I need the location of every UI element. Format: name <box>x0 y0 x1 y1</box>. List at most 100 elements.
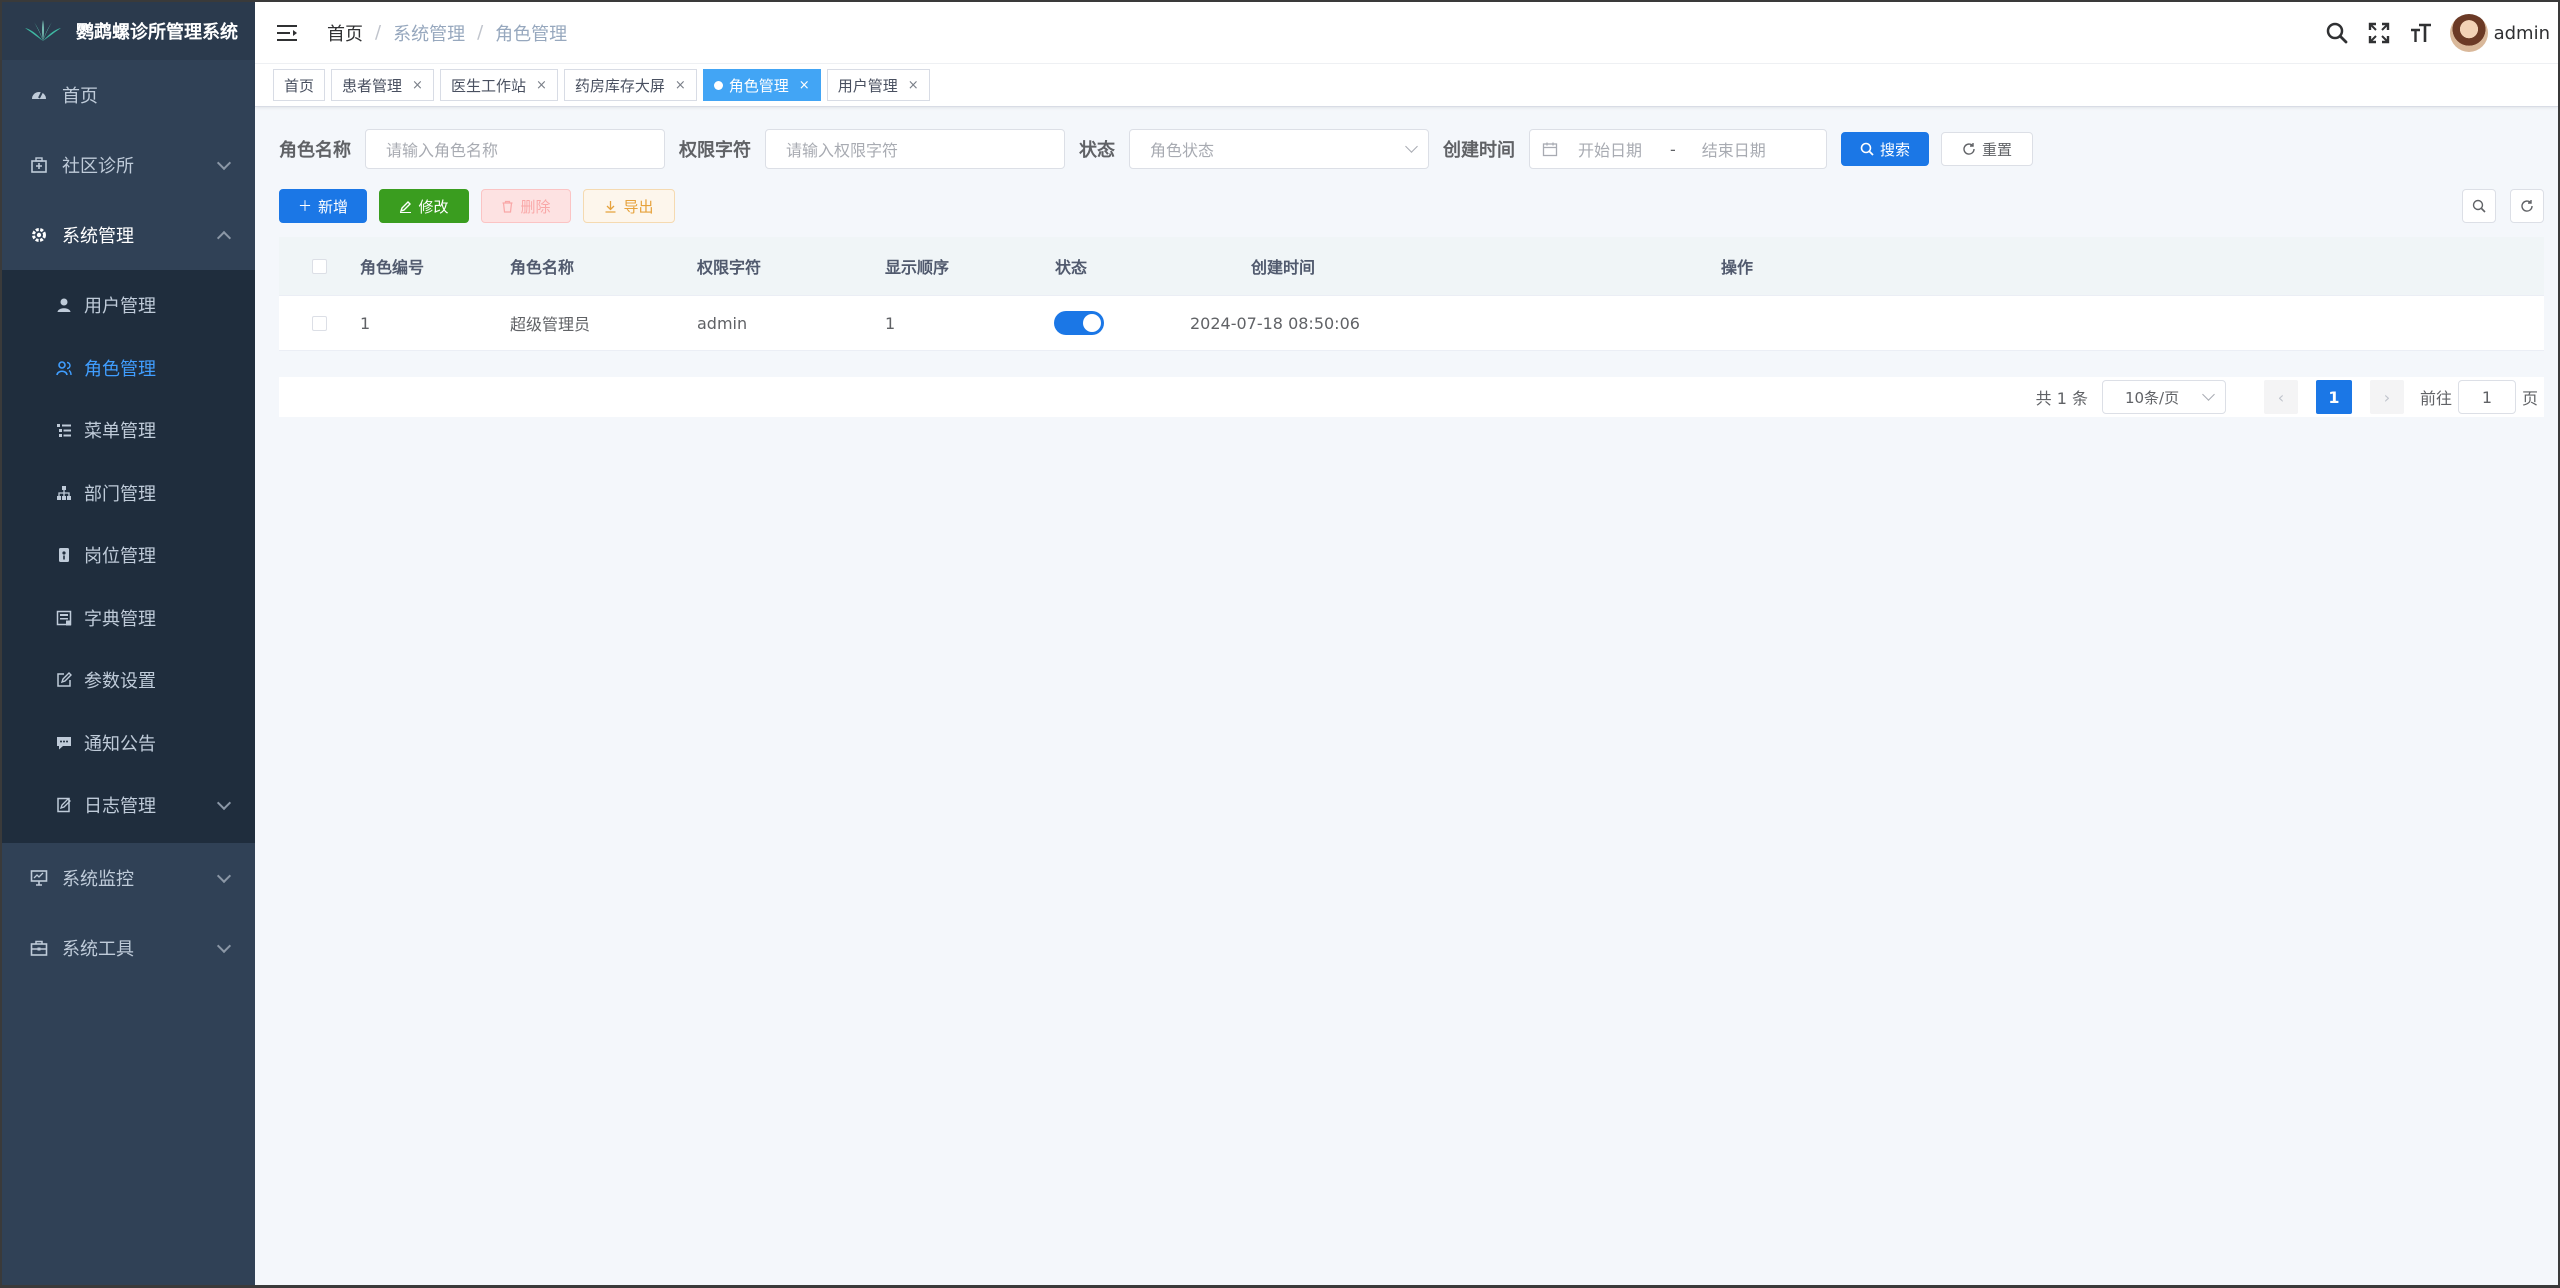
table-row[interactable]: 1 超级管理员 admin 1 2024-07-18 08:50:06 <box>279 295 2544 351</box>
column-header[interactable]: 创建时间 <box>1171 254 1721 278</box>
sidebar-item-clinic[interactable]: 社区诊所 <box>2 130 255 200</box>
tree-table-icon <box>56 422 72 438</box>
export-button[interactable]: 导出 <box>583 189 675 223</box>
role-name-input[interactable]: 请输入角色名称 <box>365 129 665 169</box>
role-key-placeholder: 请输入权限字符 <box>786 141 899 160</box>
toggle-search-button[interactable] <box>2462 189 2496 223</box>
edit-button[interactable]: 修改 <box>379 189 469 223</box>
column-header[interactable]: 权限字符 <box>697 254 885 278</box>
tab-pharmacy-screen[interactable]: 药房库存大屏 × <box>563 69 697 101</box>
tab-roles[interactable]: 角色管理 × <box>702 69 821 101</box>
search-icon[interactable] <box>2324 20 2350 46</box>
chevron-left-icon: ‹ <box>2277 387 2285 407</box>
close-icon[interactable]: × <box>799 78 810 93</box>
search-button[interactable]: 搜索 <box>1841 132 1930 166</box>
delete-button[interactable]: 删除 <box>481 189 571 223</box>
row-checkbox[interactable] <box>312 315 327 331</box>
sidebar-item-monitor[interactable]: 系统监控 <box>2 843 255 913</box>
status-switch[interactable] <box>1054 311 1104 335</box>
hamburger-icon[interactable] <box>277 23 299 43</box>
close-icon[interactable]: × <box>908 78 919 93</box>
delete-button-label: 删除 <box>520 197 551 216</box>
sidebar-item-label: 用户管理 <box>84 296 156 318</box>
role-key-input[interactable]: 请输入权限字符 <box>765 129 1065 169</box>
sidebar: 鹦鹉螺诊所管理系统 首页 社区诊所 系统管理 用户管理 角色管理 菜单管理 部门… <box>2 2 255 1285</box>
sidebar-item-label: 菜单管理 <box>84 421 156 443</box>
refresh-icon <box>2521 200 2533 212</box>
date-range-picker[interactable]: 开始日期 - 结束日期 <box>1529 129 1827 169</box>
sidebar-item-roles[interactable]: 角色管理 <box>2 337 255 400</box>
sidebar-item-menus[interactable]: 菜单管理 <box>2 399 255 462</box>
sidebar-item-label: 系统工具 <box>62 938 134 960</box>
role-sort-cell: 1 <box>885 313 896 333</box>
sidebar-item-system[interactable]: 系统管理 <box>2 200 255 270</box>
tree-icon <box>56 485 72 501</box>
close-icon[interactable]: × <box>412 78 423 93</box>
sidebar-item-users[interactable]: 用户管理 <box>2 274 255 337</box>
toolbar: ＋ 新增 修改 删除 导出 <box>279 189 2544 223</box>
sidebar-item-label: 通知公告 <box>84 733 156 755</box>
column-header[interactable]: 显示顺序 <box>885 254 1035 278</box>
toolbox-icon <box>30 939 48 957</box>
chevron-down-icon <box>2202 387 2215 401</box>
sidebar-item-label: 社区诊所 <box>62 156 134 177</box>
username[interactable]: admin <box>2494 23 2550 44</box>
sidebar-item-posts[interactable]: 岗位管理 <box>2 524 255 587</box>
pagination: 共 1 条 10条/页 ‹ 1 › 前往 1 页 <box>279 377 2544 417</box>
sidebar-item-config[interactable]: 参数设置 <box>2 649 255 712</box>
start-date-placeholder[interactable]: 开始日期 <box>1578 137 1642 161</box>
sidebar-item-label: 岗位管理 <box>84 546 156 568</box>
logo[interactable]: 鹦鹉螺诊所管理系统 <box>2 2 255 60</box>
status-select[interactable]: 角色状态 <box>1129 129 1429 169</box>
sidebar-item-home[interactable]: 首页 <box>2 60 255 130</box>
page-size-select[interactable]: 10条/页 <box>2101 380 2226 414</box>
page-number[interactable]: 1 <box>2315 380 2352 414</box>
tab-users[interactable]: 用户管理 × <box>826 69 930 101</box>
close-icon[interactable]: × <box>675 78 686 93</box>
prev-page-button[interactable]: ‹ <box>2263 380 2298 414</box>
close-icon[interactable]: × <box>536 78 547 93</box>
next-page-button[interactable]: › <box>2369 380 2404 414</box>
select-all-checkbox[interactable] <box>312 258 327 274</box>
sidebar-item-notices[interactable]: 通知公告 <box>2 712 255 775</box>
main-area: 首页 / 系统管理 / 角色管理 admin 首页 患者管理 × 医生工作站 ×… <box>255 2 2558 1285</box>
tab-home[interactable]: 首页 <box>273 69 326 101</box>
export-button-label: 导出 <box>623 197 654 216</box>
column-header[interactable]: 角色名称 <box>510 254 697 278</box>
tab-label: 患者管理 <box>342 76 403 95</box>
end-date-placeholder[interactable]: 结束日期 <box>1702 137 1766 161</box>
reset-button[interactable]: 重置 <box>1941 132 2034 166</box>
calendar-icon <box>1542 142 1558 157</box>
chevron-down-icon <box>1405 139 1418 153</box>
download-icon <box>605 200 616 213</box>
avatar[interactable] <box>2449 14 2488 52</box>
row-select-cell <box>279 315 360 331</box>
sidebar-item-tools[interactable]: 系统工具 <box>2 913 255 983</box>
submenu-system: 用户管理 角色管理 菜单管理 部门管理 岗位管理 字典管理 参数设置 通知公告 … <box>2 270 255 843</box>
chevron-right-icon: › <box>2383 387 2391 407</box>
column-header[interactable]: 状态 <box>1035 254 1171 278</box>
post-icon <box>56 547 72 563</box>
sidebar-item-dicts[interactable]: 字典管理 <box>2 587 255 650</box>
column-header[interactable]: 角色编号 <box>360 254 510 278</box>
sidebar-item-depts[interactable]: 部门管理 <box>2 462 255 525</box>
fullscreen-icon[interactable] <box>2366 20 2392 46</box>
tab-doctor-station[interactable]: 医生工作站 × <box>439 69 558 101</box>
add-button[interactable]: ＋ 新增 <box>279 189 367 223</box>
monitor-icon <box>30 869 48 887</box>
goto-page-input[interactable]: 1 <box>2457 380 2516 414</box>
tags-view: 首页 患者管理 × 医生工作站 × 药房库存大屏 × 角色管理 × 用户管理 × <box>255 64 2558 107</box>
app-window: 鹦鹉螺诊所管理系统 首页 社区诊所 系统管理 用户管理 角色管理 菜单管理 部门… <box>2 2 2558 1285</box>
chevron-down-icon <box>216 938 232 953</box>
refresh-button[interactable] <box>2510 189 2544 223</box>
role-table: 角色编号 角色名称 权限字符 显示顺序 状态 创建时间 操作 1 超级管理员 a… <box>279 237 2544 351</box>
active-dot-icon <box>713 80 723 90</box>
breadcrumb-item[interactable]: 首页 <box>327 20 363 46</box>
sidebar-item-logs[interactable]: 日志管理 <box>2 774 255 837</box>
chevron-down-icon <box>216 155 232 171</box>
font-size-icon[interactable] <box>2408 20 2434 46</box>
select-all-cell <box>279 258 360 274</box>
create-time-cell: 2024-07-18 08:50:06 <box>1190 313 1360 333</box>
tab-patients[interactable]: 患者管理 × <box>331 69 434 101</box>
tab-label: 用户管理 <box>837 76 898 95</box>
